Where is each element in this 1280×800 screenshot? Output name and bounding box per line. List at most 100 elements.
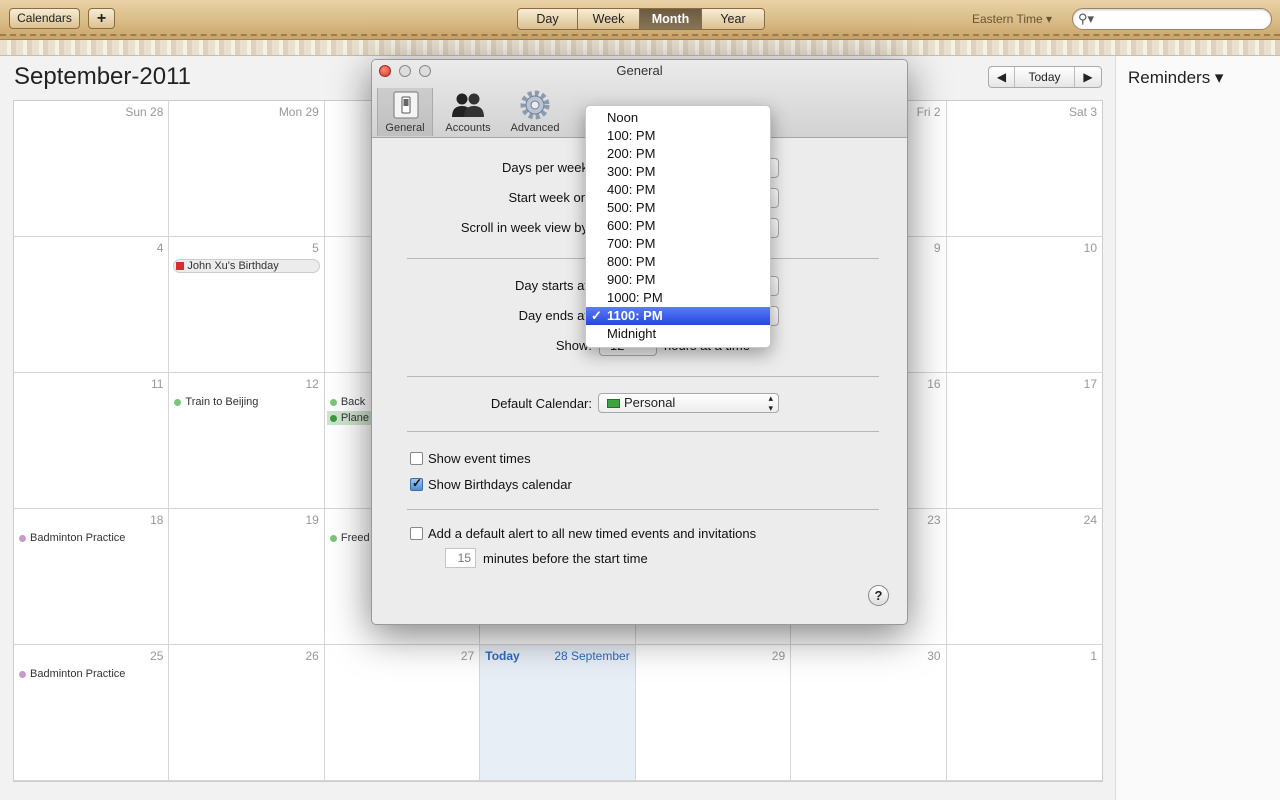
day-number: 10 <box>1083 241 1097 255</box>
calendar-color-dot <box>174 398 182 406</box>
gift-icon <box>176 262 185 270</box>
menu-item[interactable]: 1100: PM <box>586 307 770 325</box>
gear-icon <box>520 90 550 120</box>
day-number: 18 <box>150 513 164 527</box>
menu-item[interactable]: Noon <box>586 109 770 127</box>
day-cell[interactable]: 28 September Today <box>480 645 636 781</box>
day-number: 17 <box>1083 377 1097 391</box>
day-number: Fri 2 <box>916 105 941 119</box>
day-number: 4 <box>156 241 164 255</box>
show-event-times-label: Show event times <box>428 451 531 466</box>
timezone-menu[interactable]: Eastern Time ▾ <box>972 12 1052 26</box>
day-cell[interactable]: 26 <box>169 645 325 781</box>
day-starts-label: Day starts at <box>515 278 588 293</box>
page-title: September-2011 <box>14 63 191 90</box>
day-cell[interactable]: 1 <box>946 645 1102 781</box>
calendar-color-dot <box>329 414 337 422</box>
calendar-event[interactable]: Badminton Practice <box>19 667 125 681</box>
day-cell[interactable]: 11 <box>14 373 170 509</box>
day-number: 1 <box>1090 649 1097 663</box>
default-calendar-popup[interactable]: Personal ▴ ▾ <box>598 393 779 413</box>
default-alert-checkbox[interactable] <box>410 527 423 540</box>
menu-item[interactable]: 200: PM <box>586 145 770 163</box>
day-number: 27 <box>460 649 475 663</box>
day-cell[interactable]: 12 Train to Beijing <box>169 373 325 509</box>
day-cell[interactable]: 30 <box>791 645 947 781</box>
day-number: 16 <box>927 377 941 391</box>
tab-accounts-label: Accounts <box>445 122 491 134</box>
scroll-week-label: Scroll in week view by <box>460 220 588 235</box>
add-calendar-button[interactable]: + <box>88 8 115 29</box>
search-input[interactable] <box>1072 8 1272 30</box>
day-number: 23 <box>927 513 941 527</box>
tab-month[interactable]: Month <box>640 9 702 29</box>
divider <box>407 431 879 432</box>
default-calendar-label: Default Calendar: <box>490 396 592 411</box>
tab-week[interactable]: Week <box>578 9 640 29</box>
alert-minutes-label: minutes before the start time <box>483 551 648 566</box>
calendar-event[interactable]: Train to Beijing <box>174 395 258 409</box>
day-cell[interactable]: Sat 3 <box>946 101 1102 237</box>
next-month-button[interactable]: ▶ <box>1075 67 1101 87</box>
menu-item[interactable]: 600: PM <box>586 217 770 235</box>
tab-advanced[interactable]: Advanced <box>504 88 566 136</box>
reminders-title[interactable]: Reminders ▾ <box>1128 68 1223 88</box>
stitching-divider <box>0 34 1280 36</box>
menu-item[interactable]: 300: PM <box>586 163 770 181</box>
calendar-event[interactable]: Back <box>329 395 366 409</box>
day-cell[interactable]: 4 <box>14 237 170 373</box>
day-number: 30 <box>927 649 941 663</box>
show-event-times-checkbox[interactable] <box>410 452 423 465</box>
magnifier-icon[interactable]: ⚲▾ <box>1078 11 1094 27</box>
day-number: 12 <box>305 377 319 391</box>
calendar-event[interactable]: John Xu's Birthday <box>173 259 320 273</box>
day-number: Sun 28 <box>125 105 164 119</box>
calendar-event[interactable]: Freed <box>329 531 370 545</box>
date-navigator: ◀ Today ▶ <box>988 66 1102 88</box>
day-cell[interactable]: Sun 28 <box>14 101 170 237</box>
menu-item[interactable]: 900: PM <box>586 271 770 289</box>
divider <box>407 376 879 377</box>
show-birthdays-checkbox[interactable] <box>410 476 423 491</box>
day-number: 11 <box>150 377 164 391</box>
tab-year[interactable]: Year <box>702 9 764 29</box>
menu-item[interactable]: 400: PM <box>586 181 770 199</box>
previous-month-button[interactable]: ◀ <box>989 67 1015 87</box>
menu-item[interactable]: 700: PM <box>586 235 770 253</box>
reminders-panel: Reminders ▾ <box>1115 56 1280 800</box>
divider <box>407 509 879 510</box>
calendars-button[interactable]: Calendars <box>9 8 80 29</box>
menu-item[interactable]: Midnight <box>586 325 770 343</box>
day-cell[interactable]: 25 Badminton Practice <box>14 645 170 781</box>
show-birthdays-label: Show Birthdays calendar <box>428 477 572 492</box>
calendar-event[interactable]: Badminton Practice <box>19 531 125 545</box>
tab-accounts[interactable]: Accounts <box>439 88 497 136</box>
calendar-color-dot <box>329 398 337 406</box>
day-cell[interactable]: 10 <box>946 237 1102 373</box>
menu-item[interactable]: 100: PM <box>586 127 770 145</box>
day-cell[interactable]: 24 <box>946 509 1102 645</box>
torn-paper-edge <box>0 40 1280 56</box>
alert-minutes-field[interactable] <box>445 548 476 568</box>
event-title: Back <box>340 396 366 408</box>
calendar-color-dot <box>19 670 26 678</box>
today-button[interactable]: Today <box>1015 67 1075 87</box>
tab-general[interactable]: General <box>377 88 433 136</box>
day-cell[interactable]: 18 Badminton Practice <box>14 509 170 645</box>
day-cell[interactable]: 19 <box>169 509 325 645</box>
menu-item[interactable]: 1000: PM <box>586 289 770 307</box>
help-button[interactable]: ? <box>868 585 889 606</box>
day-cell[interactable]: 17 <box>946 373 1102 509</box>
menu-item[interactable]: 800: PM <box>586 253 770 271</box>
day-cell[interactable]: 27 <box>324 645 481 781</box>
day-cell[interactable]: Mon 29 <box>169 101 325 237</box>
calendar-color-dot <box>19 534 26 542</box>
tab-day[interactable]: Day <box>518 9 578 29</box>
event-title: Plane <box>340 412 369 424</box>
menu-item[interactable]: 500: PM <box>586 199 770 217</box>
event-title: Freed <box>340 532 370 544</box>
event-title: John Xu's Birthday <box>187 260 279 272</box>
day-number: Mon 29 <box>278 105 319 119</box>
day-cell[interactable]: 29 <box>635 645 792 781</box>
day-cell[interactable]: 5 John Xu's Birthday <box>169 237 325 373</box>
